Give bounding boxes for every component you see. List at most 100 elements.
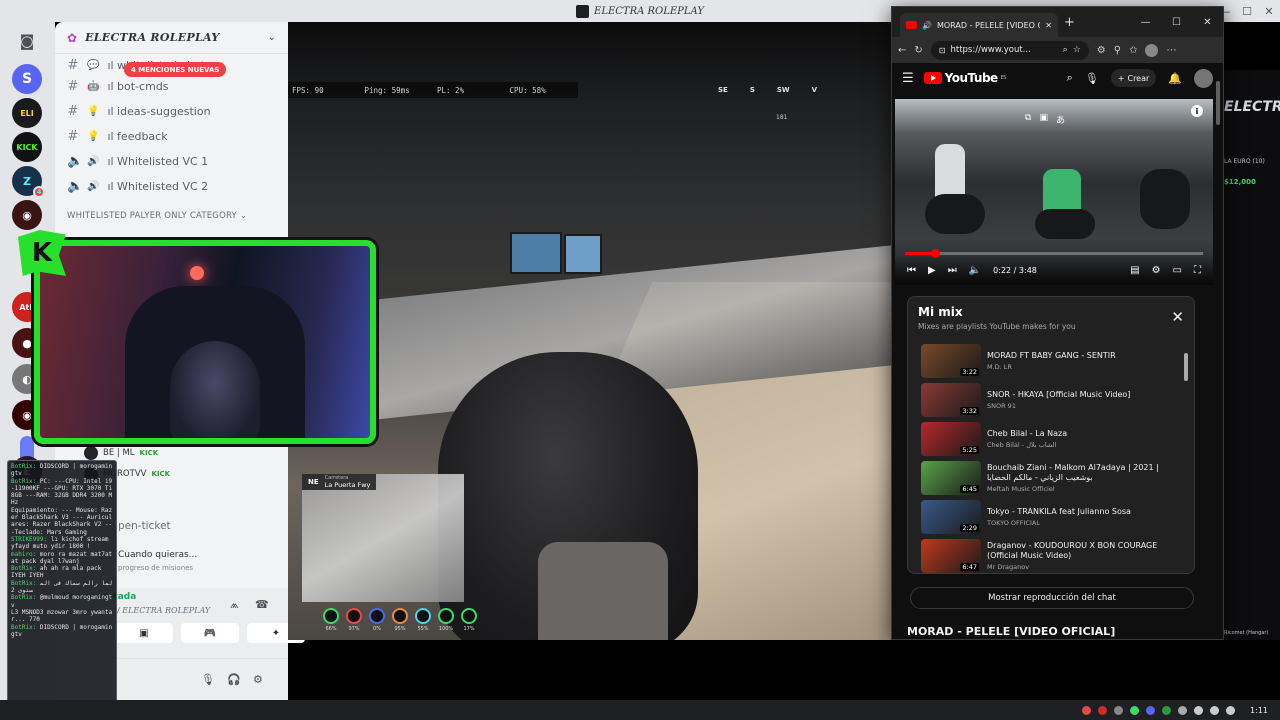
tray-icon[interactable] bbox=[1114, 705, 1124, 715]
close-icon[interactable]: ✕ bbox=[1258, 0, 1280, 22]
channel-ideas-suggestion[interactable]: # 💡 ıl ideas-suggestion bbox=[55, 99, 288, 124]
new-tab-icon[interactable]: + bbox=[1064, 15, 1075, 30]
translate-icon[interactable]: あ bbox=[1056, 113, 1065, 126]
disconnect-icon[interactable]: ☎ bbox=[255, 598, 269, 611]
category-header[interactable]: WHITELISTED PALYER ONLY CATEGORY ⌄ bbox=[55, 209, 288, 223]
player-stats: 66% 97% 0% 95% 55% 100% 17% bbox=[322, 608, 478, 632]
server-icon-red[interactable]: ◉ bbox=[12, 200, 42, 230]
chat-username: mahiro: bbox=[11, 550, 37, 558]
tray-icon[interactable] bbox=[1146, 705, 1156, 715]
chat-text: ah ah ra mla pack bbox=[39, 565, 102, 573]
stat-value: 55% bbox=[417, 626, 429, 632]
video-player[interactable]: ⧉ ▣ あ i ⏮ ▶ ⏭ 🔈 0:22 / 3:48 ▤ ⚙ ▭ ⛶ bbox=[895, 99, 1213, 285]
profile-icon[interactable] bbox=[1145, 43, 1159, 57]
server-icon-kick[interactable]: KICK bbox=[12, 132, 42, 162]
play-icon[interactable]: ▶ bbox=[928, 265, 936, 276]
back-icon[interactable]: ← bbox=[898, 45, 906, 56]
server-icon-elite[interactable]: ELI bbox=[12, 98, 42, 128]
video-thumbnail[interactable]: 3:32 bbox=[921, 382, 981, 417]
extensions-icon[interactable]: ⚙ bbox=[1097, 45, 1106, 56]
video-thumbnail[interactable]: 2:29 bbox=[921, 499, 981, 534]
tray-icon[interactable] bbox=[1098, 705, 1108, 715]
camera-button[interactable]: ▣ bbox=[115, 623, 173, 643]
address-bar[interactable]: ⊡ https://www.yout... ⌕ ☆ bbox=[930, 40, 1089, 60]
tray-icon[interactable] bbox=[1130, 705, 1140, 715]
compass-point: V bbox=[811, 86, 818, 94]
clock[interactable]: 1:11 bbox=[1250, 706, 1268, 715]
server-header[interactable]: ✿ ELECTRA ROLEPLAY ⌄ bbox=[55, 22, 288, 54]
noise-suppression-icon[interactable]: ⩕ bbox=[230, 598, 239, 612]
theater-icon[interactable]: ▭ bbox=[1173, 265, 1182, 276]
volume-icon[interactable]: 🔈 bbox=[969, 265, 981, 276]
close-icon[interactable]: ✕ bbox=[1171, 308, 1184, 326]
browser-tab[interactable]: 🔊 MORAD - PELELE [VIDEO OFICIAL] ✕ bbox=[900, 13, 1058, 37]
new-mentions-badge[interactable]: 4 MENCIONES NUEVAS bbox=[124, 62, 227, 77]
youtube-logo[interactable]: YouTube ES bbox=[923, 71, 1007, 85]
video-thumbnail[interactable]: 5:25 bbox=[921, 421, 981, 456]
next-icon[interactable]: ⏭ bbox=[948, 265, 957, 276]
reload-icon[interactable]: ↻ bbox=[914, 45, 922, 56]
mix-scrollbar[interactable] bbox=[1184, 347, 1188, 567]
compass-heading: 181 bbox=[776, 114, 788, 121]
page-scrollbar[interactable] bbox=[1216, 77, 1220, 637]
maximize-icon[interactable]: ☐ bbox=[1161, 17, 1192, 28]
video-thumbnail[interactable]: 3:22 bbox=[921, 343, 981, 378]
tray-icon[interactable] bbox=[1194, 705, 1204, 715]
avatar[interactable] bbox=[1194, 68, 1213, 88]
more-icon[interactable]: ⋯ bbox=[1166, 45, 1176, 56]
mix-item[interactable]: 3:32 SNOR - HKAYA [Official Music Video] S… bbox=[908, 380, 1188, 419]
show-chat-replay-button[interactable]: Mostrar reproducción del chat bbox=[910, 587, 1194, 609]
info-icon[interactable]: i bbox=[1191, 105, 1203, 117]
mix-item[interactable]: 6:45 Bouchaib Ziani - Malkom Al7adaya | 2… bbox=[908, 458, 1188, 497]
server-icon-s[interactable]: S bbox=[12, 64, 42, 94]
previous-icon[interactable]: ⏮ bbox=[907, 265, 916, 276]
mix-item[interactable]: 3:22 MORAD FT BABY GANG - SENTIR M.D. LR bbox=[908, 341, 1188, 380]
pip-icon[interactable]: ▣ bbox=[1039, 113, 1048, 126]
discord-home-icon[interactable]: ◙ bbox=[12, 26, 42, 56]
video-thumbnail[interactable]: 6:47 bbox=[921, 538, 981, 573]
tools-icon[interactable]: ⚲ bbox=[1114, 45, 1121, 56]
settings-icon[interactable]: ⚙ bbox=[253, 673, 263, 686]
channel-whitelisted-vc-1[interactable]: 🔈 🔊 ıl Whitelisted VC 1 bbox=[55, 149, 288, 174]
close-icon[interactable]: ✕ bbox=[1192, 17, 1223, 28]
video-thumbnail[interactable]: 6:45 bbox=[921, 460, 981, 495]
close-tab-icon[interactable]: ✕ bbox=[1045, 21, 1052, 30]
tray-icon[interactable] bbox=[1162, 705, 1172, 715]
favorite-icon[interactable]: ☆ bbox=[1073, 45, 1081, 55]
miniplayer-icon[interactable]: ⧉ bbox=[1025, 113, 1031, 126]
channel-whitelisted-vc-2[interactable]: 🔈 🔊 ıl Whitelisted VC 2 bbox=[55, 174, 288, 199]
search-icon[interactable]: ⌕ bbox=[1067, 71, 1073, 85]
minimize-icon[interactable]: — bbox=[1130, 17, 1161, 28]
scroll-thumb[interactable] bbox=[1184, 353, 1188, 381]
subtitles-icon[interactable]: ▤ bbox=[1130, 265, 1139, 276]
mic-icon[interactable]: 🎙 bbox=[1085, 72, 1099, 85]
channel-feedback[interactable]: # 💡 ıl feedback bbox=[55, 124, 288, 149]
microphone-icon[interactable]: 🎙 bbox=[201, 673, 215, 686]
create-button[interactable]: + Crear bbox=[1110, 69, 1157, 87]
channel-bot-cmds[interactable]: # 🤖 ıl bot-cmds bbox=[55, 74, 288, 99]
fullscreen-icon[interactable]: ⛶ bbox=[1194, 265, 1201, 276]
stat-thirst: 55% bbox=[414, 608, 432, 632]
volume-icon[interactable] bbox=[1226, 705, 1236, 715]
activity-button[interactable]: 🎮 bbox=[181, 623, 239, 643]
headphones-icon[interactable]: 🎧 bbox=[227, 673, 241, 686]
server-icon-4[interactable]: Z4 bbox=[12, 166, 45, 198]
tray-icon[interactable] bbox=[1082, 705, 1092, 715]
favorites-icon[interactable]: ✩ bbox=[1129, 45, 1137, 56]
speaker-icon[interactable]: 🔊 bbox=[922, 21, 932, 30]
mix-item[interactable]: 2:29 Tokyo - TRANKILA feat Julianno Sosa T… bbox=[908, 497, 1188, 536]
tray-icon[interactable] bbox=[1178, 705, 1188, 715]
search-icon[interactable]: ⌕ bbox=[1063, 45, 1068, 55]
mix-item[interactable]: 6:47 Draganov - KOUDOUROU X BON COURAGE (… bbox=[908, 536, 1188, 573]
settings-icon[interactable]: ⚙ bbox=[1152, 265, 1161, 276]
bell-icon[interactable]: 🔔 bbox=[1168, 72, 1182, 85]
channel-open-ticket[interactable]: pen-ticket bbox=[118, 520, 171, 532]
mix-item[interactable]: 5:25 Cheb Bilal - La Naza Cheb Bilal - الش… bbox=[908, 419, 1188, 458]
activity-card[interactable]: Cuando quieras... progreso de misiones bbox=[118, 550, 197, 572]
scroll-thumb[interactable] bbox=[1216, 81, 1220, 125]
wifi-icon[interactable] bbox=[1210, 705, 1220, 715]
chevron-down-icon[interactable]: ⌄ bbox=[268, 32, 276, 43]
maximize-icon[interactable]: ☐ bbox=[1236, 0, 1258, 22]
menu-icon[interactable]: ☰ bbox=[902, 71, 914, 86]
site-info-icon[interactable]: ⊡ bbox=[939, 46, 946, 55]
